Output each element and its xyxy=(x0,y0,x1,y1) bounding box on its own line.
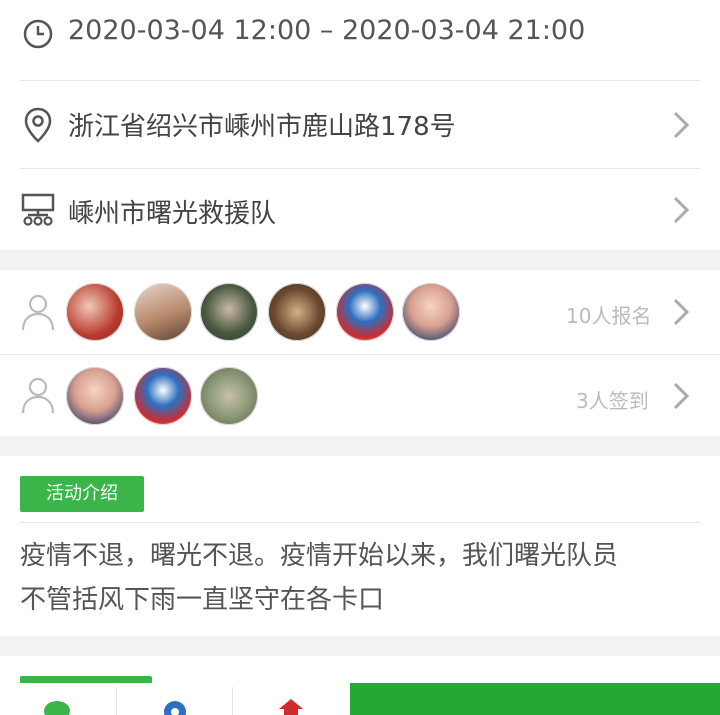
avatar[interactable] xyxy=(66,283,124,341)
share-icon[interactable] xyxy=(276,697,306,715)
primary-action-button[interactable] xyxy=(350,683,720,715)
avatar[interactable] xyxy=(66,367,124,425)
intro-text-line1: 疫情不退，曙光不退。疫情开始以来，我们曙光队员 xyxy=(20,541,619,571)
divider xyxy=(116,687,117,715)
chevron-right-icon xyxy=(673,382,690,410)
location-icon xyxy=(24,107,52,143)
avatar[interactable] xyxy=(402,283,460,341)
chevron-right-icon xyxy=(673,111,690,139)
intro-text-line2: 不管括风下雨一直坚守在各卡口 xyxy=(20,585,385,615)
checkin-count: 3人签到 xyxy=(576,389,649,413)
organization-icon xyxy=(21,193,55,226)
signup-row[interactable]: 10人报名 xyxy=(0,270,720,354)
event-time-range: 2020-03-04 12:00 – 2020-03-04 21:00 xyxy=(68,15,586,46)
participants-card: 10人报名 3人签到 xyxy=(0,270,720,436)
chat-icon[interactable] xyxy=(42,697,72,715)
organizer-row[interactable]: 嵊州市曙光救援队 xyxy=(0,169,720,250)
event-info-card: 2020-03-04 12:00 – 2020-03-04 21:00 浙江省绍… xyxy=(0,0,720,250)
avatar[interactable] xyxy=(200,367,258,425)
chevron-right-icon xyxy=(673,298,690,326)
person-icon xyxy=(21,377,55,414)
event-organizer: 嵊州市曙光救援队 xyxy=(68,199,277,229)
avatar[interactable] xyxy=(134,367,192,425)
avatar[interactable] xyxy=(336,283,394,341)
bottom-action-bar xyxy=(0,683,720,715)
settings-icon[interactable] xyxy=(160,697,190,715)
avatar[interactable] xyxy=(268,283,326,341)
intro-tag: 活动介绍 xyxy=(20,476,144,512)
clock-icon xyxy=(23,19,53,49)
checkin-row[interactable]: 3人签到 xyxy=(0,355,720,436)
divider xyxy=(20,522,700,523)
signup-count: 10人报名 xyxy=(566,304,652,328)
intro-card: 活动介绍 疫情不退，曙光不退。疫情开始以来，我们曙光队员 不管括风下雨一直坚守在… xyxy=(0,456,720,636)
chevron-right-icon xyxy=(673,196,690,224)
person-icon xyxy=(21,294,55,331)
address-row[interactable]: 浙江省绍兴市嵊州市鹿山路178号 xyxy=(0,81,720,169)
avatar[interactable] xyxy=(134,283,192,341)
divider xyxy=(232,687,233,715)
event-address: 浙江省绍兴市嵊州市鹿山路178号 xyxy=(68,112,456,142)
avatar[interactable] xyxy=(200,283,258,341)
